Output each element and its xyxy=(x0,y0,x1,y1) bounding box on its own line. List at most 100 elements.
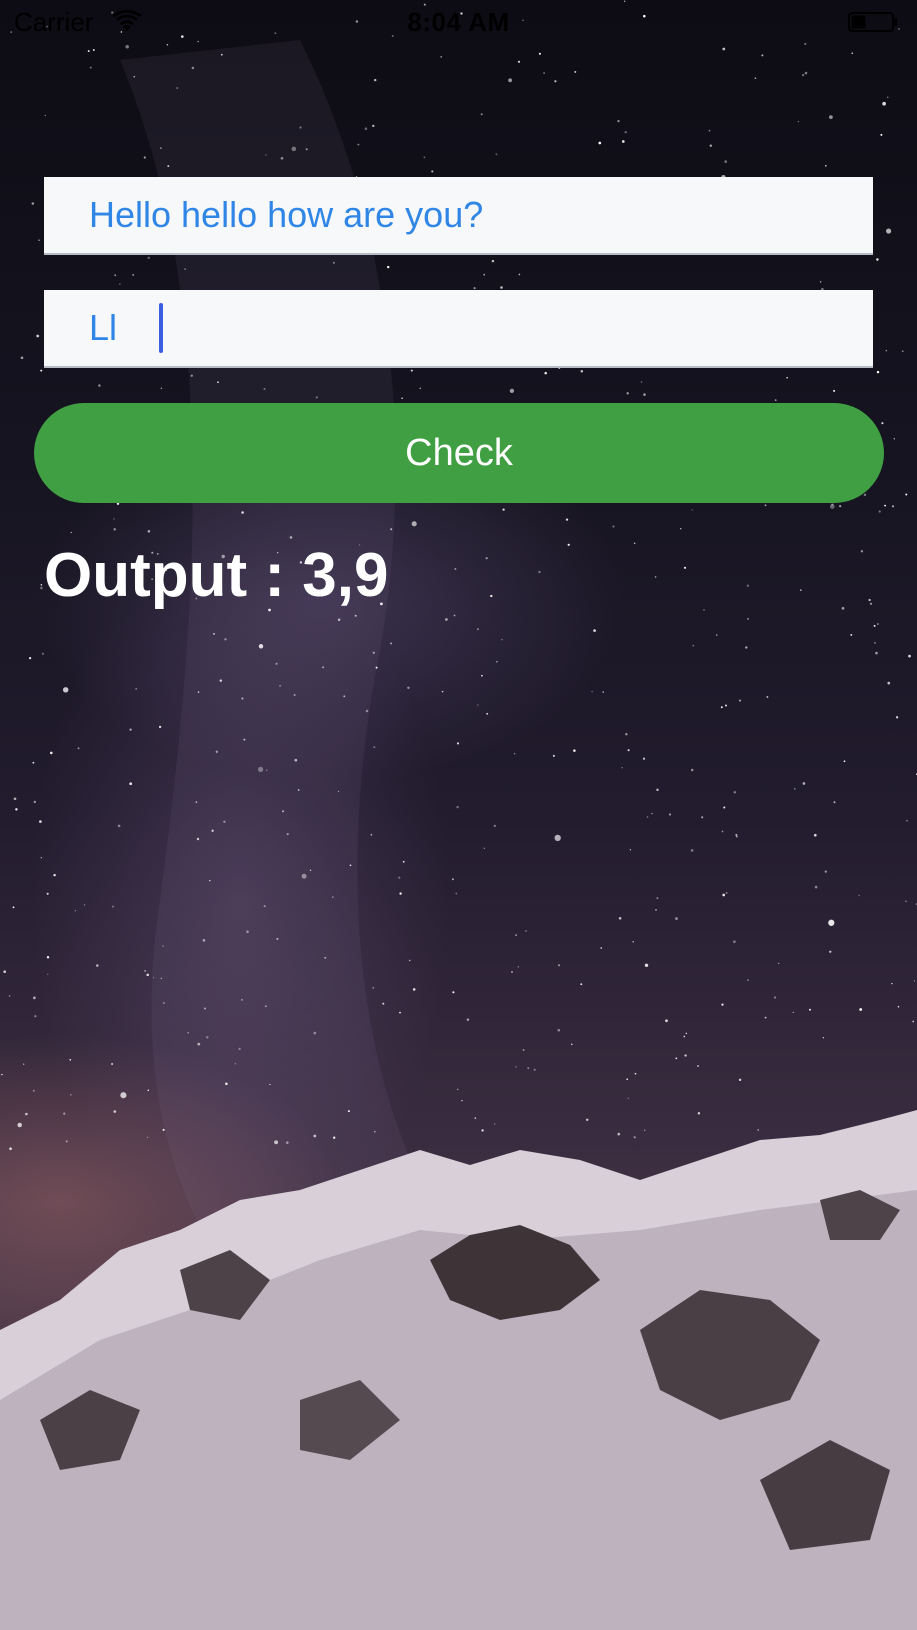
star xyxy=(621,140,625,143)
star xyxy=(491,259,495,263)
star xyxy=(129,782,133,786)
search-letters-input[interactable] xyxy=(44,290,873,366)
star xyxy=(357,143,360,146)
star xyxy=(483,847,485,849)
star xyxy=(98,384,101,387)
star xyxy=(8,995,11,997)
star xyxy=(70,531,72,534)
star xyxy=(147,256,150,260)
star xyxy=(875,651,878,655)
star xyxy=(481,674,483,677)
star xyxy=(31,202,35,205)
star xyxy=(720,706,723,709)
sentence-input-field[interactable] xyxy=(44,177,873,255)
star xyxy=(708,129,711,132)
star xyxy=(691,509,693,511)
star xyxy=(891,982,893,985)
star xyxy=(912,1020,915,1023)
star xyxy=(13,797,17,801)
star xyxy=(89,66,92,69)
star xyxy=(685,1032,688,1035)
star xyxy=(387,265,390,269)
star xyxy=(557,964,561,967)
star xyxy=(408,959,411,962)
star xyxy=(119,283,121,285)
star xyxy=(895,716,899,719)
star xyxy=(117,824,121,828)
star xyxy=(640,381,643,383)
star xyxy=(697,1112,701,1115)
star xyxy=(646,816,649,818)
star xyxy=(860,550,864,553)
star xyxy=(473,287,476,290)
star xyxy=(868,598,871,602)
star xyxy=(476,628,479,631)
star xyxy=(651,812,653,815)
star xyxy=(32,1089,35,1092)
check-button[interactable]: Check xyxy=(34,403,884,503)
star xyxy=(774,399,777,401)
star xyxy=(490,594,493,598)
star xyxy=(683,1035,686,1038)
star xyxy=(20,356,24,360)
star xyxy=(627,749,630,752)
star xyxy=(715,634,718,636)
star xyxy=(23,1063,25,1065)
star xyxy=(517,966,519,968)
star xyxy=(766,696,769,698)
star xyxy=(370,833,373,836)
star xyxy=(814,885,818,889)
star xyxy=(9,1147,12,1150)
star xyxy=(451,878,454,881)
star xyxy=(144,970,146,972)
star xyxy=(373,78,377,82)
star xyxy=(692,644,695,647)
star xyxy=(858,894,860,897)
star xyxy=(441,690,444,693)
star xyxy=(39,820,42,823)
star xyxy=(764,504,767,507)
star xyxy=(886,96,889,99)
star xyxy=(722,893,726,897)
star xyxy=(773,996,777,999)
star xyxy=(819,281,822,283)
star xyxy=(373,746,376,749)
star xyxy=(833,801,836,804)
star xyxy=(486,712,489,715)
star xyxy=(32,761,35,764)
star xyxy=(863,493,867,497)
star xyxy=(423,156,426,159)
star xyxy=(876,370,880,374)
star xyxy=(565,518,569,521)
star xyxy=(887,681,891,685)
star xyxy=(440,56,442,58)
sentence-input[interactable] xyxy=(44,177,873,253)
star xyxy=(786,376,788,379)
star xyxy=(757,1129,760,1131)
star xyxy=(701,816,704,819)
star xyxy=(501,638,503,641)
star xyxy=(733,940,736,944)
star xyxy=(721,830,724,833)
star xyxy=(665,1019,668,1023)
star xyxy=(390,642,393,645)
star xyxy=(525,930,527,932)
star xyxy=(794,788,796,790)
star xyxy=(626,1078,629,1081)
star xyxy=(567,543,570,546)
star xyxy=(15,808,18,811)
star xyxy=(908,654,911,658)
star xyxy=(617,119,620,123)
star xyxy=(802,782,806,785)
star xyxy=(38,239,40,242)
star xyxy=(617,1132,621,1136)
search-letters-input-field[interactable] xyxy=(44,290,873,368)
star xyxy=(83,904,86,906)
star xyxy=(633,542,636,545)
star xyxy=(618,917,622,920)
star xyxy=(398,876,401,879)
star xyxy=(143,156,146,159)
star xyxy=(813,833,817,837)
star xyxy=(46,955,50,959)
status-bar: Carrier 8:04 AM xyxy=(0,0,917,44)
